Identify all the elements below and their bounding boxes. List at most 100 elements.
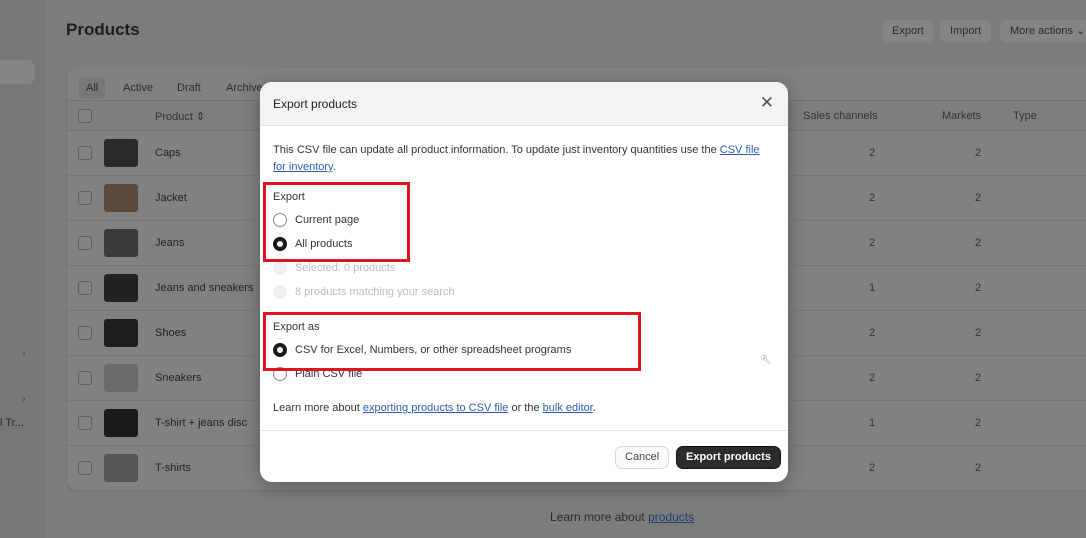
- row-checkbox[interactable]: [78, 236, 92, 250]
- product-name[interactable]: Jeans and sneakers: [155, 282, 253, 294]
- option-label: 8 products matching your search: [295, 286, 455, 298]
- column-product[interactable]: Product ⇕: [155, 110, 205, 123]
- markets-count: 2: [975, 372, 982, 384]
- option-label: Current page: [295, 214, 360, 226]
- radio-plain-csv[interactable]: Plain CSV file: [273, 367, 362, 381]
- option-label: CSV for Excel, Numbers, or other spreads…: [295, 344, 572, 356]
- sales-channels-count: 2: [869, 147, 876, 159]
- dialog-title: Export products: [273, 97, 358, 111]
- export-csv-help-link[interactable]: exporting products to CSV file: [363, 402, 509, 414]
- mouse-cursor-icon: ↖: [760, 351, 772, 367]
- option-label: Plain CSV file: [295, 368, 363, 380]
- column-type: Type: [1013, 110, 1037, 122]
- export-button[interactable]: Export: [882, 20, 934, 42]
- column-product-label: Product: [155, 111, 193, 123]
- radio-checked-icon[interactable]: [273, 237, 287, 251]
- sales-channels-count: 1: [869, 282, 876, 294]
- radio-selected-products: Selected: 0 products: [273, 261, 395, 275]
- dialog-header: Export products ✕: [260, 82, 788, 126]
- product-thumbnail: [104, 139, 138, 167]
- sales-channels-count: 2: [869, 237, 876, 249]
- chevron-right-icon[interactable]: ›: [22, 393, 26, 405]
- option-label: Selected: 0 products: [295, 262, 396, 274]
- tab-draft[interactable]: Draft: [170, 77, 208, 99]
- learn-mid: or the: [508, 402, 543, 414]
- row-checkbox[interactable]: [78, 371, 92, 385]
- radio-icon[interactable]: [273, 367, 287, 381]
- products-link[interactable]: products: [648, 510, 694, 524]
- product-thumbnail: [104, 409, 138, 437]
- description-text: This CSV file can update all product inf…: [273, 144, 720, 156]
- sidebar-item[interactable]: l Tr...: [0, 417, 24, 429]
- tab-active[interactable]: Active: [116, 77, 160, 99]
- learn-end: .: [592, 402, 596, 414]
- sales-channels-count: 1: [869, 417, 876, 429]
- bulk-editor-link[interactable]: bulk editor: [543, 402, 593, 414]
- sales-channels-count: 2: [869, 372, 876, 384]
- markets-count: 2: [975, 327, 982, 339]
- chevron-right-icon[interactable]: ›: [22, 348, 26, 360]
- markets-count: 2: [975, 237, 982, 249]
- product-thumbnail: [104, 229, 138, 257]
- radio-icon: [273, 261, 287, 275]
- more-actions-button[interactable]: More actions ⌄: [1000, 20, 1086, 42]
- cancel-button[interactable]: Cancel: [615, 446, 670, 469]
- product-name[interactable]: Shoes: [155, 327, 186, 339]
- row-checkbox[interactable]: [78, 416, 92, 430]
- radio-current-page[interactable]: Current page: [273, 213, 359, 227]
- product-name[interactable]: Jacket: [155, 192, 187, 204]
- page-title: Products: [66, 20, 140, 39]
- sales-channels-count: 2: [869, 192, 876, 204]
- sidebar-selected-item[interactable]: [0, 60, 35, 84]
- product-name[interactable]: Caps: [155, 147, 181, 159]
- sales-channels-count: 2: [869, 462, 876, 474]
- radio-csv-excel[interactable]: CSV for Excel, Numbers, or other spreads…: [273, 343, 571, 357]
- radio-icon: [273, 285, 287, 299]
- row-checkbox[interactable]: [78, 146, 92, 160]
- row-checkbox[interactable]: [78, 281, 92, 295]
- radio-checked-icon[interactable]: [273, 343, 287, 357]
- export-products-dialog: Export products ✕ This CSV file can upda…: [260, 82, 788, 482]
- learn-more-text: Learn more about exporting products to C…: [273, 402, 596, 414]
- row-checkbox[interactable]: [78, 326, 92, 340]
- export-as-label: Export as: [273, 321, 320, 333]
- markets-count: 2: [975, 417, 982, 429]
- row-checkbox[interactable]: [78, 191, 92, 205]
- export-label: Export: [273, 191, 305, 203]
- sales-channels-count: 2: [869, 327, 876, 339]
- sidebar: › › l Tr...: [0, 0, 45, 538]
- row-checkbox[interactable]: [78, 461, 92, 475]
- import-button[interactable]: Import: [940, 20, 992, 42]
- markets-count: 2: [975, 462, 982, 474]
- learn-prefix: Learn more about: [273, 402, 363, 414]
- more-actions-label: More actions: [1010, 25, 1073, 37]
- radio-all-products[interactable]: All products: [273, 237, 352, 251]
- tab-all[interactable]: All: [79, 77, 106, 99]
- dialog-footer: Cancel Export products: [260, 430, 788, 482]
- product-thumbnail: [104, 364, 138, 392]
- footer-text: Learn more about: [550, 510, 649, 524]
- chevron-down-icon: ⌄: [1076, 25, 1086, 37]
- product-name[interactable]: Sneakers: [155, 372, 201, 384]
- radio-icon[interactable]: [273, 213, 287, 227]
- product-name[interactable]: T-shirts: [155, 462, 191, 474]
- product-thumbnail: [104, 319, 138, 347]
- product-name[interactable]: T-shirt + jeans disc: [155, 417, 247, 429]
- markets-count: 2: [975, 147, 982, 159]
- product-thumbnail: [104, 454, 138, 482]
- radio-matching-search: 8 products matching your search: [273, 285, 455, 299]
- product-thumbnail: [104, 184, 138, 212]
- close-icon[interactable]: ✕: [760, 93, 774, 113]
- option-label: All products: [295, 238, 353, 250]
- product-name[interactable]: Jeans: [155, 237, 184, 249]
- markets-count: 2: [975, 282, 982, 294]
- export-products-button[interactable]: Export products: [676, 446, 781, 469]
- select-all-checkbox[interactable]: [78, 109, 92, 123]
- markets-count: 2: [975, 192, 982, 204]
- column-markets: Markets: [942, 110, 982, 122]
- dialog-description: This CSV file can update all product inf…: [273, 142, 768, 176]
- sort-icon: ⇕: [195, 111, 206, 123]
- column-sales-channels: Sales channels: [803, 110, 878, 122]
- learn-more-footer: Learn more about products: [550, 510, 694, 524]
- product-thumbnail: [104, 274, 138, 302]
